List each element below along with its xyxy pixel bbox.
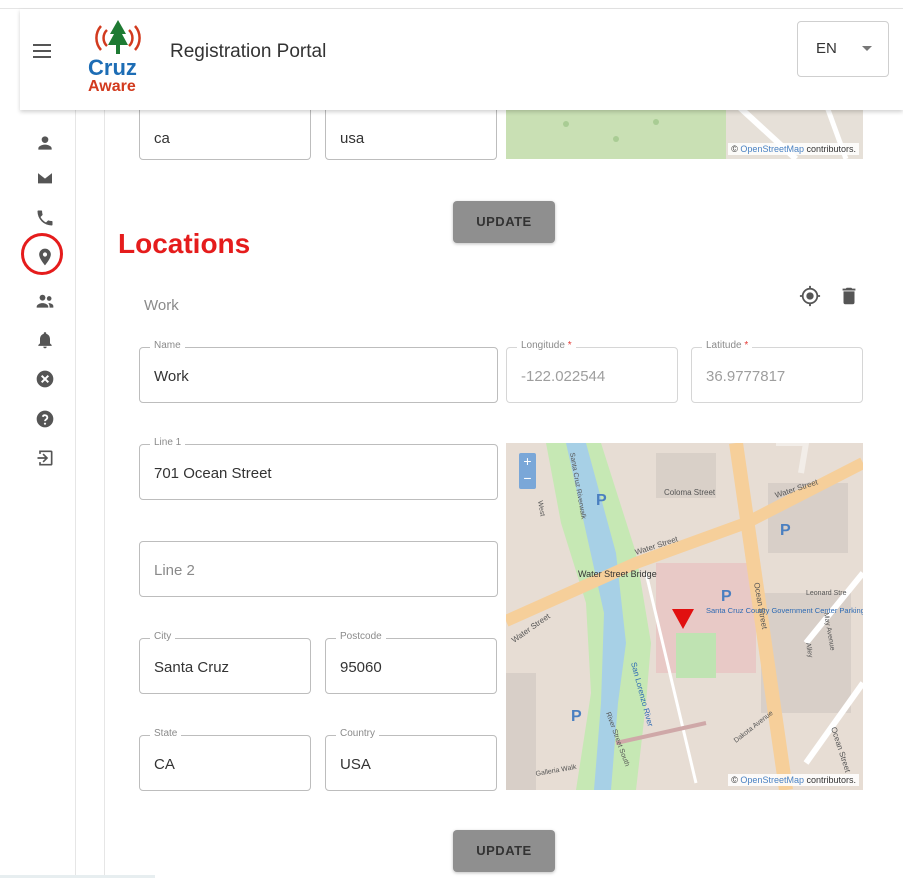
attribution-link[interactable]: OpenStreetMap [740, 144, 804, 154]
line1-label: Line 1 [150, 437, 186, 448]
attribution-link[interactable]: OpenStreetMap [740, 775, 804, 785]
prev-country-value: usa [340, 130, 365, 147]
city-value: Santa Cruz [154, 659, 230, 676]
name-label: Name [150, 340, 185, 351]
city-field[interactable]: City Santa Cruz [139, 631, 311, 694]
sidebar-item-notifications[interactable] [32, 327, 58, 353]
svg-text:P: P [596, 492, 607, 509]
tree-signal-icon [95, 20, 141, 54]
location-title: Work [144, 297, 179, 314]
map-label: Santa Cruz County Government Center Park… [706, 606, 863, 615]
state-value: CA [154, 756, 175, 773]
language-value: EN [816, 40, 837, 57]
sidebar-item-emails[interactable] [32, 165, 58, 191]
name-field[interactable]: Name Work [139, 340, 498, 403]
sidebar-item-phones[interactable] [32, 205, 58, 231]
country-label: Country [336, 728, 380, 739]
location-map[interactable]: Coloma Street Water Street Water Street … [506, 443, 863, 790]
crosshair-icon [799, 285, 821, 307]
bell-icon [38, 332, 52, 349]
cancel-icon [36, 370, 54, 388]
map-zoom-controls: + − [519, 453, 536, 489]
state-field[interactable]: State CA [139, 728, 311, 791]
name-value: Work [154, 368, 189, 385]
prev-location-map[interactable]: © OpenStreetMap contributors. [506, 104, 863, 159]
svg-text:P: P [571, 708, 582, 725]
postcode-value: 95060 [340, 659, 382, 676]
phone-icon [37, 210, 53, 226]
trash-icon [842, 287, 856, 305]
content-divider [104, 110, 105, 878]
sidebar-item-logout[interactable] [32, 445, 58, 471]
state-label: State [150, 728, 182, 739]
cruz-aware-logo: Cruz Aware [83, 18, 153, 98]
line2-field[interactable]: Line 2 [139, 541, 498, 597]
line2-placeholder: Line 2 [154, 562, 195, 579]
logout-icon [37, 450, 53, 466]
map-label: Coloma Street [664, 488, 716, 497]
page-title: Registration Portal [170, 41, 327, 62]
longitude-value: -122.022544 [521, 368, 606, 385]
use-current-location-button[interactable] [799, 285, 821, 307]
menu-icon[interactable] [33, 44, 51, 58]
sidebar-item-unsubscribe[interactable] [32, 366, 58, 392]
map-attribution: © OpenStreetMap contributors. [728, 143, 859, 155]
logo-text-aware: Aware [88, 78, 136, 95]
prev-state-value: ca [154, 130, 170, 147]
country-value: USA [340, 756, 371, 773]
annotation-label: Locations [118, 228, 251, 259]
delete-location-button[interactable] [838, 285, 860, 307]
prev-country-field[interactable]: usa [325, 104, 497, 160]
svg-text:P: P [780, 522, 791, 539]
map-label: Leonard Stre [806, 590, 847, 597]
zoom-out-button[interactable]: − [519, 470, 536, 487]
attribution-suffix: contributors. [803, 775, 856, 785]
country-field[interactable]: Country USA [325, 728, 497, 791]
longitude-label: Longitude * [517, 340, 576, 351]
map-tiles: Coloma Street Water Street Water Street … [506, 443, 863, 790]
sidebar [20, 110, 76, 878]
person-icon [38, 136, 52, 150]
sidebar-item-help[interactable] [32, 406, 58, 432]
latitude-value: 36.9777817 [706, 368, 786, 385]
prev-update-button[interactable]: UPDATE [453, 201, 555, 243]
postcode-field[interactable]: Postcode 95060 [325, 631, 497, 694]
update-button[interactable]: UPDATE [453, 830, 555, 872]
help-icon [36, 410, 54, 428]
annotation-circle [21, 233, 63, 275]
zoom-in-button[interactable]: + [519, 453, 536, 470]
latitude-label: Latitude * [702, 340, 753, 351]
sidebar-item-profile[interactable] [32, 130, 58, 156]
attribution-suffix: contributors. [803, 144, 856, 154]
longitude-field[interactable]: Longitude * -122.022544 [506, 340, 678, 403]
map-label: Water Street Bridge [578, 569, 657, 579]
map-attribution: © OpenStreetMap contributors. [728, 774, 859, 786]
email-icon [37, 171, 53, 185]
svg-text:P: P [721, 588, 732, 605]
line1-field[interactable]: Line 1 701 Ocean Street [139, 437, 498, 500]
prev-state-field[interactable]: ca [139, 104, 311, 160]
latitude-field[interactable]: Latitude * 36.9777817 [691, 340, 863, 403]
line1-value: 701 Ocean Street [154, 465, 272, 482]
city-label: City [150, 631, 176, 642]
sidebar-item-contacts[interactable] [32, 288, 58, 314]
language-select[interactable]: EN [797, 21, 889, 77]
dropdown-arrow-icon [862, 46, 872, 51]
postcode-label: Postcode [336, 631, 386, 642]
group-icon [36, 294, 54, 308]
